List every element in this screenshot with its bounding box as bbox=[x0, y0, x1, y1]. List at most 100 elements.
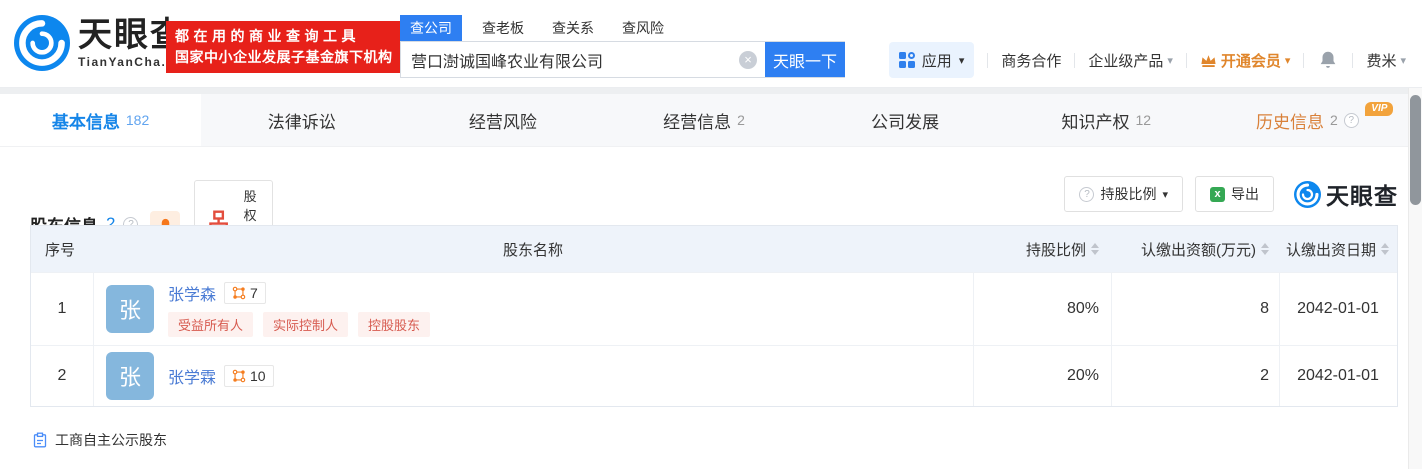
divider bbox=[1186, 53, 1187, 68]
tab-label: 历史信息 bbox=[1256, 108, 1324, 133]
apps-label: 应用 bbox=[922, 50, 952, 71]
header-index: 序号 bbox=[31, 226, 93, 272]
graph-count-badge[interactable]: 10 bbox=[224, 365, 274, 387]
divider bbox=[1074, 53, 1075, 68]
company-tab-bar: 基本信息 182 法律诉讼 经营风险 经营信息 2 公司发展 知识产权 12 V… bbox=[0, 94, 1408, 147]
help-question-icon[interactable] bbox=[1344, 113, 1359, 128]
export-button[interactable]: 导出 bbox=[1195, 176, 1274, 212]
promo-banner: 都在用的商业查询工具 国家中小企业发展子基金旗下机构 bbox=[166, 21, 402, 73]
tab-label: 经营信息 bbox=[663, 108, 731, 133]
ratio-filter-button[interactable]: 持股比例 ▾ bbox=[1064, 176, 1183, 212]
tab-count: 2 bbox=[737, 112, 745, 128]
tab-label: 公司发展 bbox=[871, 108, 939, 133]
avatar: 张 bbox=[106, 285, 154, 333]
graph-count: 7 bbox=[250, 285, 258, 301]
shareholder-cell: 张 张学森 bbox=[93, 273, 973, 345]
amount-value: 2 bbox=[1111, 346, 1279, 406]
help-question-icon bbox=[1079, 187, 1094, 202]
clipboard-icon bbox=[32, 432, 48, 448]
avatar: 张 bbox=[106, 352, 154, 400]
shareholder-name-link[interactable]: 张学森 bbox=[168, 281, 216, 305]
shareholder-tag: 控股股东 bbox=[358, 312, 430, 337]
tab-label: 法律诉讼 bbox=[268, 108, 336, 133]
scrollbar-thumb[interactable] bbox=[1410, 95, 1421, 205]
table-header-row: 序号 股东名称 持股比例 认缴出资额(万元) 认缴出资日期 bbox=[31, 226, 1397, 272]
tab-count: 2 bbox=[1330, 112, 1338, 128]
tab-count: 182 bbox=[126, 112, 149, 128]
watermark-logo: 天眼查 bbox=[1294, 177, 1398, 211]
apps-menu-button[interactable]: 应用 ▾ bbox=[889, 42, 975, 78]
shareholder-tags: 受益所有人 实际控制人 控股股东 bbox=[168, 312, 430, 337]
ratio-value: 20% bbox=[973, 346, 1111, 406]
user-menu[interactable]: 费米 ▾ bbox=[1366, 50, 1406, 71]
tab-operating-risk[interactable]: 经营风险 bbox=[402, 94, 603, 146]
sort-icon[interactable] bbox=[1091, 243, 1099, 255]
nav-item-cooperation[interactable]: 商务合作 bbox=[1001, 50, 1061, 71]
notification-bell-icon[interactable] bbox=[1317, 49, 1339, 71]
search-button[interactable]: 天眼一下 bbox=[765, 42, 845, 77]
chevron-down-icon: ▾ bbox=[1167, 54, 1173, 67]
graph-count: 10 bbox=[250, 368, 266, 384]
header-date: 认缴出资日期 bbox=[1279, 226, 1396, 272]
row-index: 2 bbox=[31, 346, 93, 406]
tab-history-info[interactable]: VIP 历史信息 2 bbox=[1207, 94, 1408, 146]
amount-value: 8 bbox=[1111, 273, 1279, 345]
nav-item-vip[interactable]: 开通会员 ▾ bbox=[1200, 50, 1291, 71]
header-shareholder-name: 股东名称 bbox=[93, 226, 973, 272]
ratio-value: 80% bbox=[973, 273, 1111, 345]
tab-label: 基本信息 bbox=[52, 108, 120, 133]
tab-label: 经营风险 bbox=[469, 108, 537, 133]
scrollbar-track[interactable] bbox=[1408, 88, 1422, 469]
chevron-down-icon: ▾ bbox=[959, 54, 965, 67]
link-label: 工商自主公示股东 bbox=[55, 430, 167, 450]
watermark-text: 天眼查 bbox=[1326, 177, 1398, 211]
chevron-down-icon: ▾ bbox=[1400, 54, 1406, 67]
shareholder-cell: 张 张学霖 bbox=[93, 346, 973, 406]
shareholder-tag: 受益所有人 bbox=[168, 312, 253, 337]
nav-item-enterprise[interactable]: 企业级产品 ▾ bbox=[1088, 50, 1173, 71]
tab-label: 知识产权 bbox=[1061, 108, 1129, 133]
clear-search-icon[interactable] bbox=[739, 51, 757, 69]
tab-count: 12 bbox=[1135, 112, 1151, 128]
vip-label: 开通会员 bbox=[1221, 50, 1281, 71]
row-index: 1 bbox=[31, 273, 93, 345]
sort-icon[interactable] bbox=[1381, 243, 1389, 255]
divider bbox=[987, 53, 988, 68]
search-tabs: 查公司 查老板 查关系 查风险 bbox=[400, 15, 845, 41]
vip-badge: VIP bbox=[1365, 102, 1393, 116]
promo-line-2: 国家中小企业发展子基金旗下机构 bbox=[175, 47, 393, 68]
search-box: 天眼一下 bbox=[400, 41, 845, 78]
table-row: 2 张 张学霖 bbox=[31, 345, 1397, 406]
header-amount-label: 认缴出资额(万元) bbox=[1141, 239, 1256, 260]
tab-basic-info[interactable]: 基本信息 182 bbox=[0, 94, 201, 146]
search-input[interactable] bbox=[401, 42, 765, 77]
tianyancha-swirl-icon bbox=[1294, 181, 1321, 208]
header-ratio: 持股比例 bbox=[973, 226, 1111, 272]
self-disclosed-shareholders-link[interactable]: 工商自主公示股东 bbox=[32, 430, 167, 450]
tab-company-development[interactable]: 公司发展 bbox=[805, 94, 1006, 146]
relation-graph-icon bbox=[232, 286, 246, 300]
search-area: 查公司 查老板 查关系 查风险 天眼一下 bbox=[400, 15, 845, 78]
shareholder-name-link[interactable]: 张学霖 bbox=[168, 364, 216, 388]
chevron-down-icon: ▾ bbox=[1162, 188, 1168, 201]
tab-intellectual-property[interactable]: 知识产权 12 bbox=[1006, 94, 1207, 146]
search-tab-risk[interactable]: 查风险 bbox=[622, 15, 664, 41]
divider bbox=[1303, 53, 1304, 68]
date-value: 2042-01-01 bbox=[1279, 273, 1396, 345]
header-amount: 认缴出资额(万元) bbox=[1111, 226, 1279, 272]
search-tab-boss[interactable]: 查老板 bbox=[482, 15, 524, 41]
search-tab-relation[interactable]: 查关系 bbox=[552, 15, 594, 41]
top-header: 天眼查 TianYanCha.com 都在用的商业查询工具 国家中小企业发展子基… bbox=[0, 0, 1422, 88]
table-row: 1 张 张学森 bbox=[31, 272, 1397, 345]
tab-business-info[interactable]: 经营信息 2 bbox=[603, 94, 804, 146]
section-controls: 持股比例 ▾ 导出 天眼查 bbox=[1064, 176, 1398, 212]
relation-graph-icon bbox=[232, 369, 246, 383]
header-date-label: 认缴出资日期 bbox=[1286, 239, 1376, 260]
sort-icon[interactable] bbox=[1261, 243, 1269, 255]
main-content: 股东信息 2 股权结构 持股比例 ▾ 导出 bbox=[0, 147, 1408, 469]
tab-legal-proceedings[interactable]: 法律诉讼 bbox=[201, 94, 402, 146]
graph-count-badge[interactable]: 7 bbox=[224, 282, 266, 304]
search-tab-company[interactable]: 查公司 bbox=[400, 15, 462, 41]
enterprise-label: 企业级产品 bbox=[1088, 50, 1163, 71]
crown-icon bbox=[1200, 53, 1217, 68]
